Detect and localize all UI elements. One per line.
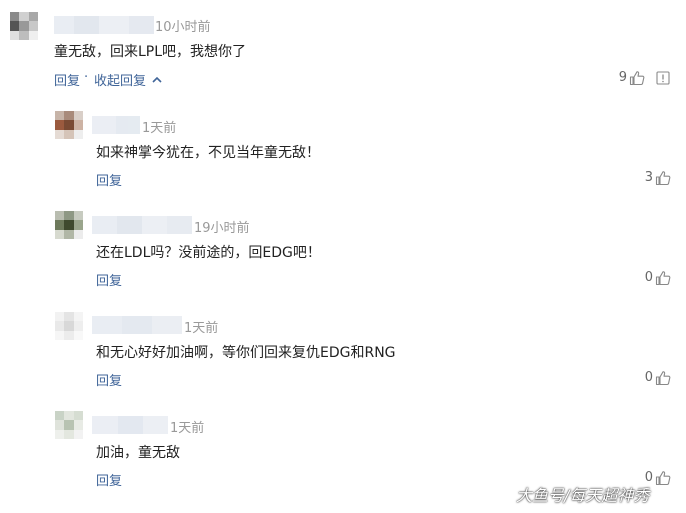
avatar-pixel: [73, 411, 83, 421]
avatar-pixel: [55, 211, 65, 221]
avatar-pixel: [28, 30, 38, 40]
avatar-pixel: [55, 429, 65, 439]
avatar[interactable]: [55, 211, 83, 239]
avatar-pixel: [55, 330, 65, 340]
report-icon[interactable]: [656, 71, 670, 85]
comment-time: 10小时前: [155, 20, 211, 35]
avatar-pixel: [73, 420, 83, 430]
username-blurred[interactable]: [92, 416, 168, 434]
avatar-pixel: [64, 129, 74, 139]
reply-button[interactable]: 回复: [96, 370, 122, 389]
avatar-pixel: [73, 429, 83, 439]
avatar-pixel: [64, 120, 74, 130]
comment-text: 和无心好好加油啊，等你们回来复仇EDG和RNG: [96, 345, 396, 361]
avatar-pixel: [10, 21, 20, 31]
avatar-pixel: [55, 120, 65, 130]
reply-button[interactable]: 回复: [96, 170, 122, 189]
avatar-pixel: [55, 312, 65, 322]
avatar-pixel: [19, 12, 29, 22]
avatar-pixel: [73, 330, 83, 340]
avatar-pixel: [73, 111, 83, 121]
avatar-pixel: [73, 129, 83, 139]
avatar-pixel: [64, 111, 74, 121]
avatar-pixel: [55, 129, 65, 139]
avatar-pixel: [55, 220, 65, 230]
watermark: 大鱼号/每天超神秀: [516, 486, 650, 505]
avatar-pixel: [73, 229, 83, 239]
avatar-pixel: [73, 211, 83, 221]
avatar-pixel: [10, 12, 20, 22]
comment-text: 还在LDL吗？没前途的，回EDG吧！: [96, 245, 321, 261]
avatar-pixel: [64, 411, 74, 421]
comment-text: 加油，童无敌: [96, 445, 180, 461]
reply-button[interactable]: 回复: [96, 270, 122, 289]
avatar-pixel: [55, 111, 65, 121]
collapse-replies-button[interactable]: 收起回复: [94, 70, 162, 89]
username-blurred[interactable]: [92, 216, 192, 234]
avatar-pixel: [55, 420, 65, 430]
reply-button[interactable]: 回复: [96, 470, 122, 489]
avatar-pixel: [64, 220, 74, 230]
like-count: 9: [618, 70, 627, 85]
avatar-pixel: [64, 229, 74, 239]
comment-time: 19小时前: [194, 221, 250, 236]
like-count: 0: [644, 370, 653, 385]
like-count: 0: [644, 270, 653, 285]
avatar-pixel: [55, 321, 65, 331]
avatar-pixel: [55, 229, 65, 239]
avatar-pixel: [28, 21, 38, 31]
avatar[interactable]: [55, 312, 83, 340]
avatar[interactable]: [55, 411, 83, 439]
avatar-pixel: [64, 420, 74, 430]
avatar-pixel: [64, 330, 74, 340]
avatar-pixel: [64, 312, 74, 322]
comment-text: 如来神掌今犹在，不见当年童无敌！: [96, 145, 320, 161]
collapse-replies-label: 收起回复: [94, 74, 147, 89]
username-blurred[interactable]: [92, 316, 182, 334]
avatar-pixel: [28, 12, 38, 22]
thumbs-up-icon[interactable]: [629, 70, 645, 86]
avatar-pixel: [19, 21, 29, 31]
avatar-pixel: [64, 211, 74, 221]
avatar-pixel: [10, 30, 20, 40]
username-blurred[interactable]: [92, 116, 140, 134]
avatar-pixel: [64, 321, 74, 331]
separator-dot: ·: [84, 70, 89, 85]
avatar-pixel: [55, 411, 65, 421]
username-blurred[interactable]: [54, 16, 154, 34]
avatar-pixel: [73, 321, 83, 331]
avatar-pixel: [73, 312, 83, 322]
comment-time: 1天前: [170, 421, 205, 436]
avatar[interactable]: [55, 111, 83, 139]
thumbs-up-icon[interactable]: [655, 370, 671, 386]
avatar-pixel: [73, 120, 83, 130]
avatar-pixel: [19, 30, 29, 40]
thumbs-up-icon[interactable]: [655, 170, 671, 186]
avatar-pixel: [73, 220, 83, 230]
avatar[interactable]: [10, 12, 38, 40]
comment-text: 童无敌，回来LPL吧，我想你了: [54, 44, 247, 60]
reply-button[interactable]: 回复: [54, 70, 80, 89]
thumbs-up-icon[interactable]: [655, 270, 671, 286]
comment-time: 1天前: [184, 321, 219, 336]
comment-time: 1天前: [142, 121, 177, 136]
thumbs-up-icon[interactable]: [655, 470, 671, 486]
chevron-up-icon: [152, 76, 162, 83]
like-count: 3: [644, 170, 653, 185]
avatar-pixel: [64, 429, 74, 439]
